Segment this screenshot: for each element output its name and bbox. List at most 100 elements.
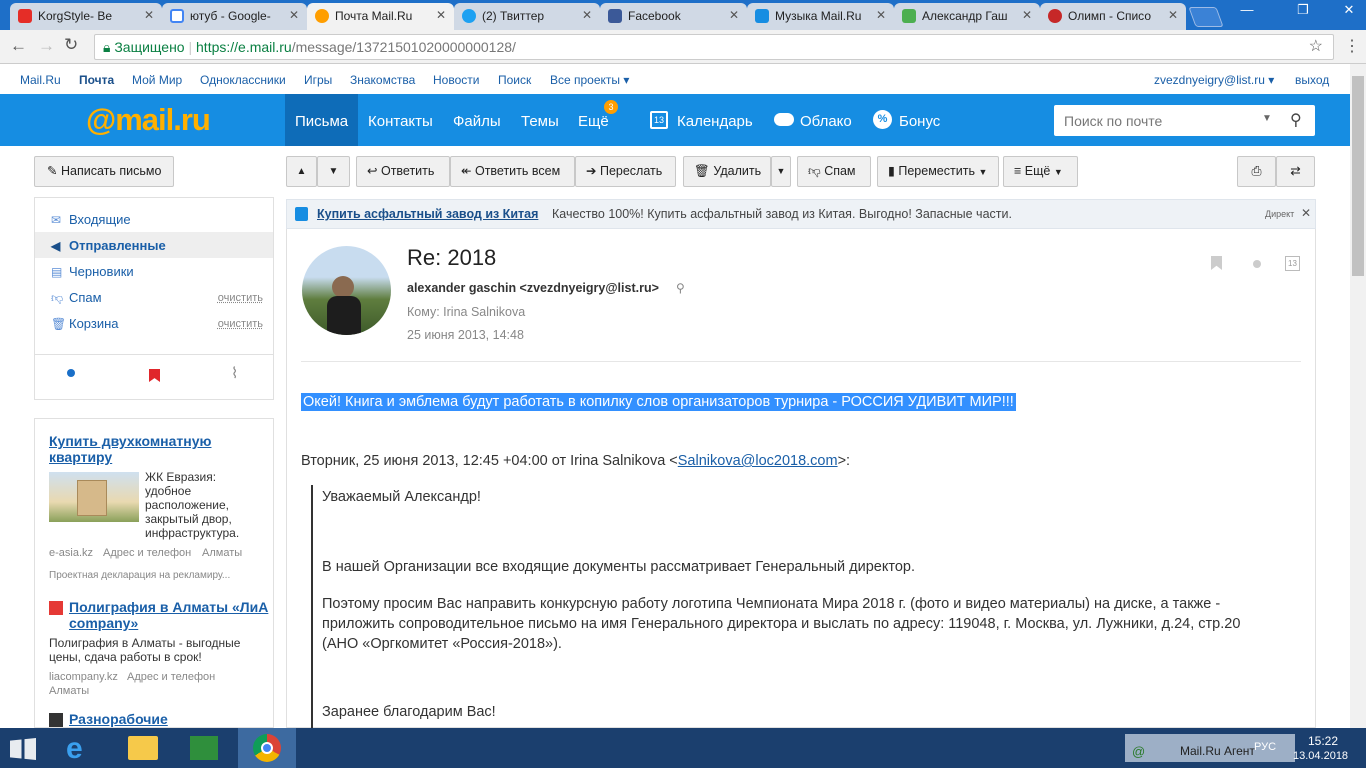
portal-link[interactable]: Одноклассники [200,73,286,87]
close-icon[interactable]: ✕ [1022,8,1032,22]
close-icon[interactable]: ✕ [876,8,886,22]
mailru-logo[interactable]: @mail.ru [86,102,211,138]
menu-icon[interactable]: ⋮ [1344,36,1360,56]
ad-title[interactable]: Купить двухкомнатную квартиру [49,433,249,465]
nav-contacts[interactable]: Контакты [368,113,433,130]
delete-options-button[interactable]: ▼ [771,156,791,187]
close-icon[interactable]: ✕ [1301,206,1311,220]
ad-domain[interactable]: e-asia.kz [49,547,93,559]
print-button[interactable]: ⎙ [1237,156,1276,187]
portal-link[interactable]: Все проекты ▾ [550,73,629,87]
ad-title[interactable]: Полиграфия в Алматы «ЛиА company» [69,599,269,631]
direct-ad-link[interactable]: Купить асфальтный завод из Китая [317,207,538,221]
portal-link[interactable]: Почта [79,73,114,87]
forward-icon[interactable]: → [38,36,55,56]
move-button[interactable]: ▮ Переместить ▼ [877,156,999,187]
clear-trash-link[interactable]: очистить [218,318,263,330]
more-button[interactable]: ≡ Ещё ▼ [1003,156,1078,187]
attachment-filter-icon[interactable]: ⌇ [231,364,238,382]
avatar[interactable] [302,246,391,335]
nav-more[interactable]: Ещё [578,113,609,130]
ad-address[interactable]: Адрес и телефон [127,671,215,683]
browser-tab[interactable]: Facebook ✕ [600,3,747,30]
ad-address[interactable]: Адрес и телефон [103,547,191,559]
browser-tab[interactable]: Олимп - Списо ✕ [1040,3,1186,30]
start-icon[interactable] [10,738,36,760]
browser-tab[interactable]: Александр Гаш ✕ [894,3,1040,30]
portal-link[interactable]: Игры [304,73,332,87]
store-icon[interactable] [190,736,218,760]
browser-tab-active[interactable]: Почта Mail.Ru ✕ [307,3,454,30]
close-window-icon[interactable]: ✕ [1332,0,1366,22]
flag-icon[interactable] [1211,256,1222,270]
browser-tab[interactable]: ютуб - Google- ✕ [162,3,307,30]
nav-files[interactable]: Файлы [453,113,501,130]
close-icon[interactable]: ✕ [729,8,739,22]
nav-bonus[interactable]: Бонус [899,113,940,130]
file-explorer-icon[interactable] [128,736,158,760]
bookmark-star-icon[interactable]: ☆ [1309,35,1323,59]
portal-link[interactable]: Mail.Ru [20,73,61,87]
quote-email-link[interactable]: Salnikova@loc2018.com [678,453,838,469]
browser-tab[interactable]: Музыка Mail.Ru ✕ [747,3,894,30]
clear-spam-link[interactable]: очистить [218,292,263,304]
folder-inbox[interactable]: ✉ Входящие [35,206,273,232]
close-icon[interactable]: ✕ [1168,8,1178,22]
folder-drafts[interactable]: ▤ Черновики [35,258,273,284]
clock-time[interactable]: 15:22 [1308,734,1338,748]
compose-button[interactable]: ✎ Написать письмо [34,156,174,187]
reply-button[interactable]: ↩ Ответить [356,156,450,187]
next-message-button[interactable]: ▼ [317,156,350,187]
internet-explorer-icon[interactable]: e [66,732,83,766]
search-sender-icon[interactable]: ⚲ [676,281,685,295]
close-icon[interactable]: ✕ [436,8,446,22]
portal-link[interactable]: Мой Мир [132,73,182,87]
translate-button[interactable]: ⇄ [1276,156,1315,187]
selected-text[interactable]: Окей! Книга и эмблема будут работать в к… [301,393,1016,411]
browser-tab[interactable]: KorgStyle- Ве ✕ [10,3,162,30]
url-field[interactable]: 🔒︎ Защищено | https://e.mail.ru/message/… [94,34,1334,60]
folder-trash[interactable]: 🗑︎ Корзина очистить [35,310,273,336]
back-icon[interactable]: ← [10,36,27,56]
chevron-down-icon[interactable]: ▼ [1262,113,1272,124]
clock-date[interactable]: 13.04.2018 [1293,750,1348,762]
search-input[interactable]: Поиск по почте ▼ ⚲ [1054,105,1315,136]
taskbar-item-active[interactable] [238,728,296,768]
forward-button[interactable]: ➔ Переслать [575,156,676,187]
nav-cloud[interactable]: Облако [800,113,852,130]
nav-calendar[interactable]: Календарь [677,113,753,130]
read-status-icon[interactable] [1253,260,1261,268]
minimize-icon[interactable]: — [1230,0,1264,22]
ad-title[interactable]: Разнорабочие [69,711,168,727]
nav-themes[interactable]: Темы [521,113,559,130]
logout-link[interactable]: выход [1295,73,1329,87]
close-icon[interactable]: ✕ [144,8,154,22]
folder-spam[interactable]: 👎︎ Спам очистить [35,284,273,310]
close-icon[interactable]: ✕ [289,8,299,22]
reload-icon[interactable]: ↻ [64,35,78,55]
portal-link[interactable]: Поиск [498,73,531,87]
delete-button[interactable]: 🗑︎ Удалить [683,156,771,187]
flag-filter-icon[interactable] [149,369,160,382]
restore-icon[interactable]: ❐ [1286,0,1320,22]
search-icon[interactable]: ⚲ [1290,110,1302,130]
nav-letters[interactable]: Письма [295,113,348,130]
user-menu[interactable]: zvezdnyeigry@list.ru ▾ [1154,73,1274,87]
reply-all-button[interactable]: ↞ Ответить всем [450,156,575,187]
ad-domain[interactable]: liacompany.kz [49,671,118,683]
new-tab-button[interactable] [1188,7,1224,27]
folder-sent[interactable]: ◀ Отправленные [35,232,273,258]
portal-link[interactable]: Новости [433,73,479,87]
message-sender[interactable]: alexander gaschin <zvezdnyeigry@list.ru> [407,281,659,295]
unread-filter-icon[interactable] [67,369,75,377]
scrollbar-thumb[interactable] [1352,76,1364,276]
calendar-add-icon[interactable]: 13 [1285,256,1300,271]
prev-message-button[interactable]: ▲ [286,156,317,187]
ad-image[interactable] [49,472,139,522]
language-indicator[interactable]: РУС [1254,741,1276,753]
agent-label[interactable]: Mail.Ru Агент [1180,744,1255,758]
portal-link[interactable]: Знакомства [350,73,415,87]
close-icon[interactable]: ✕ [582,8,592,22]
spam-button[interactable]: 👎︎ Спам [797,156,871,187]
browser-tab[interactable]: (2) Твиттер ✕ [454,3,600,30]
